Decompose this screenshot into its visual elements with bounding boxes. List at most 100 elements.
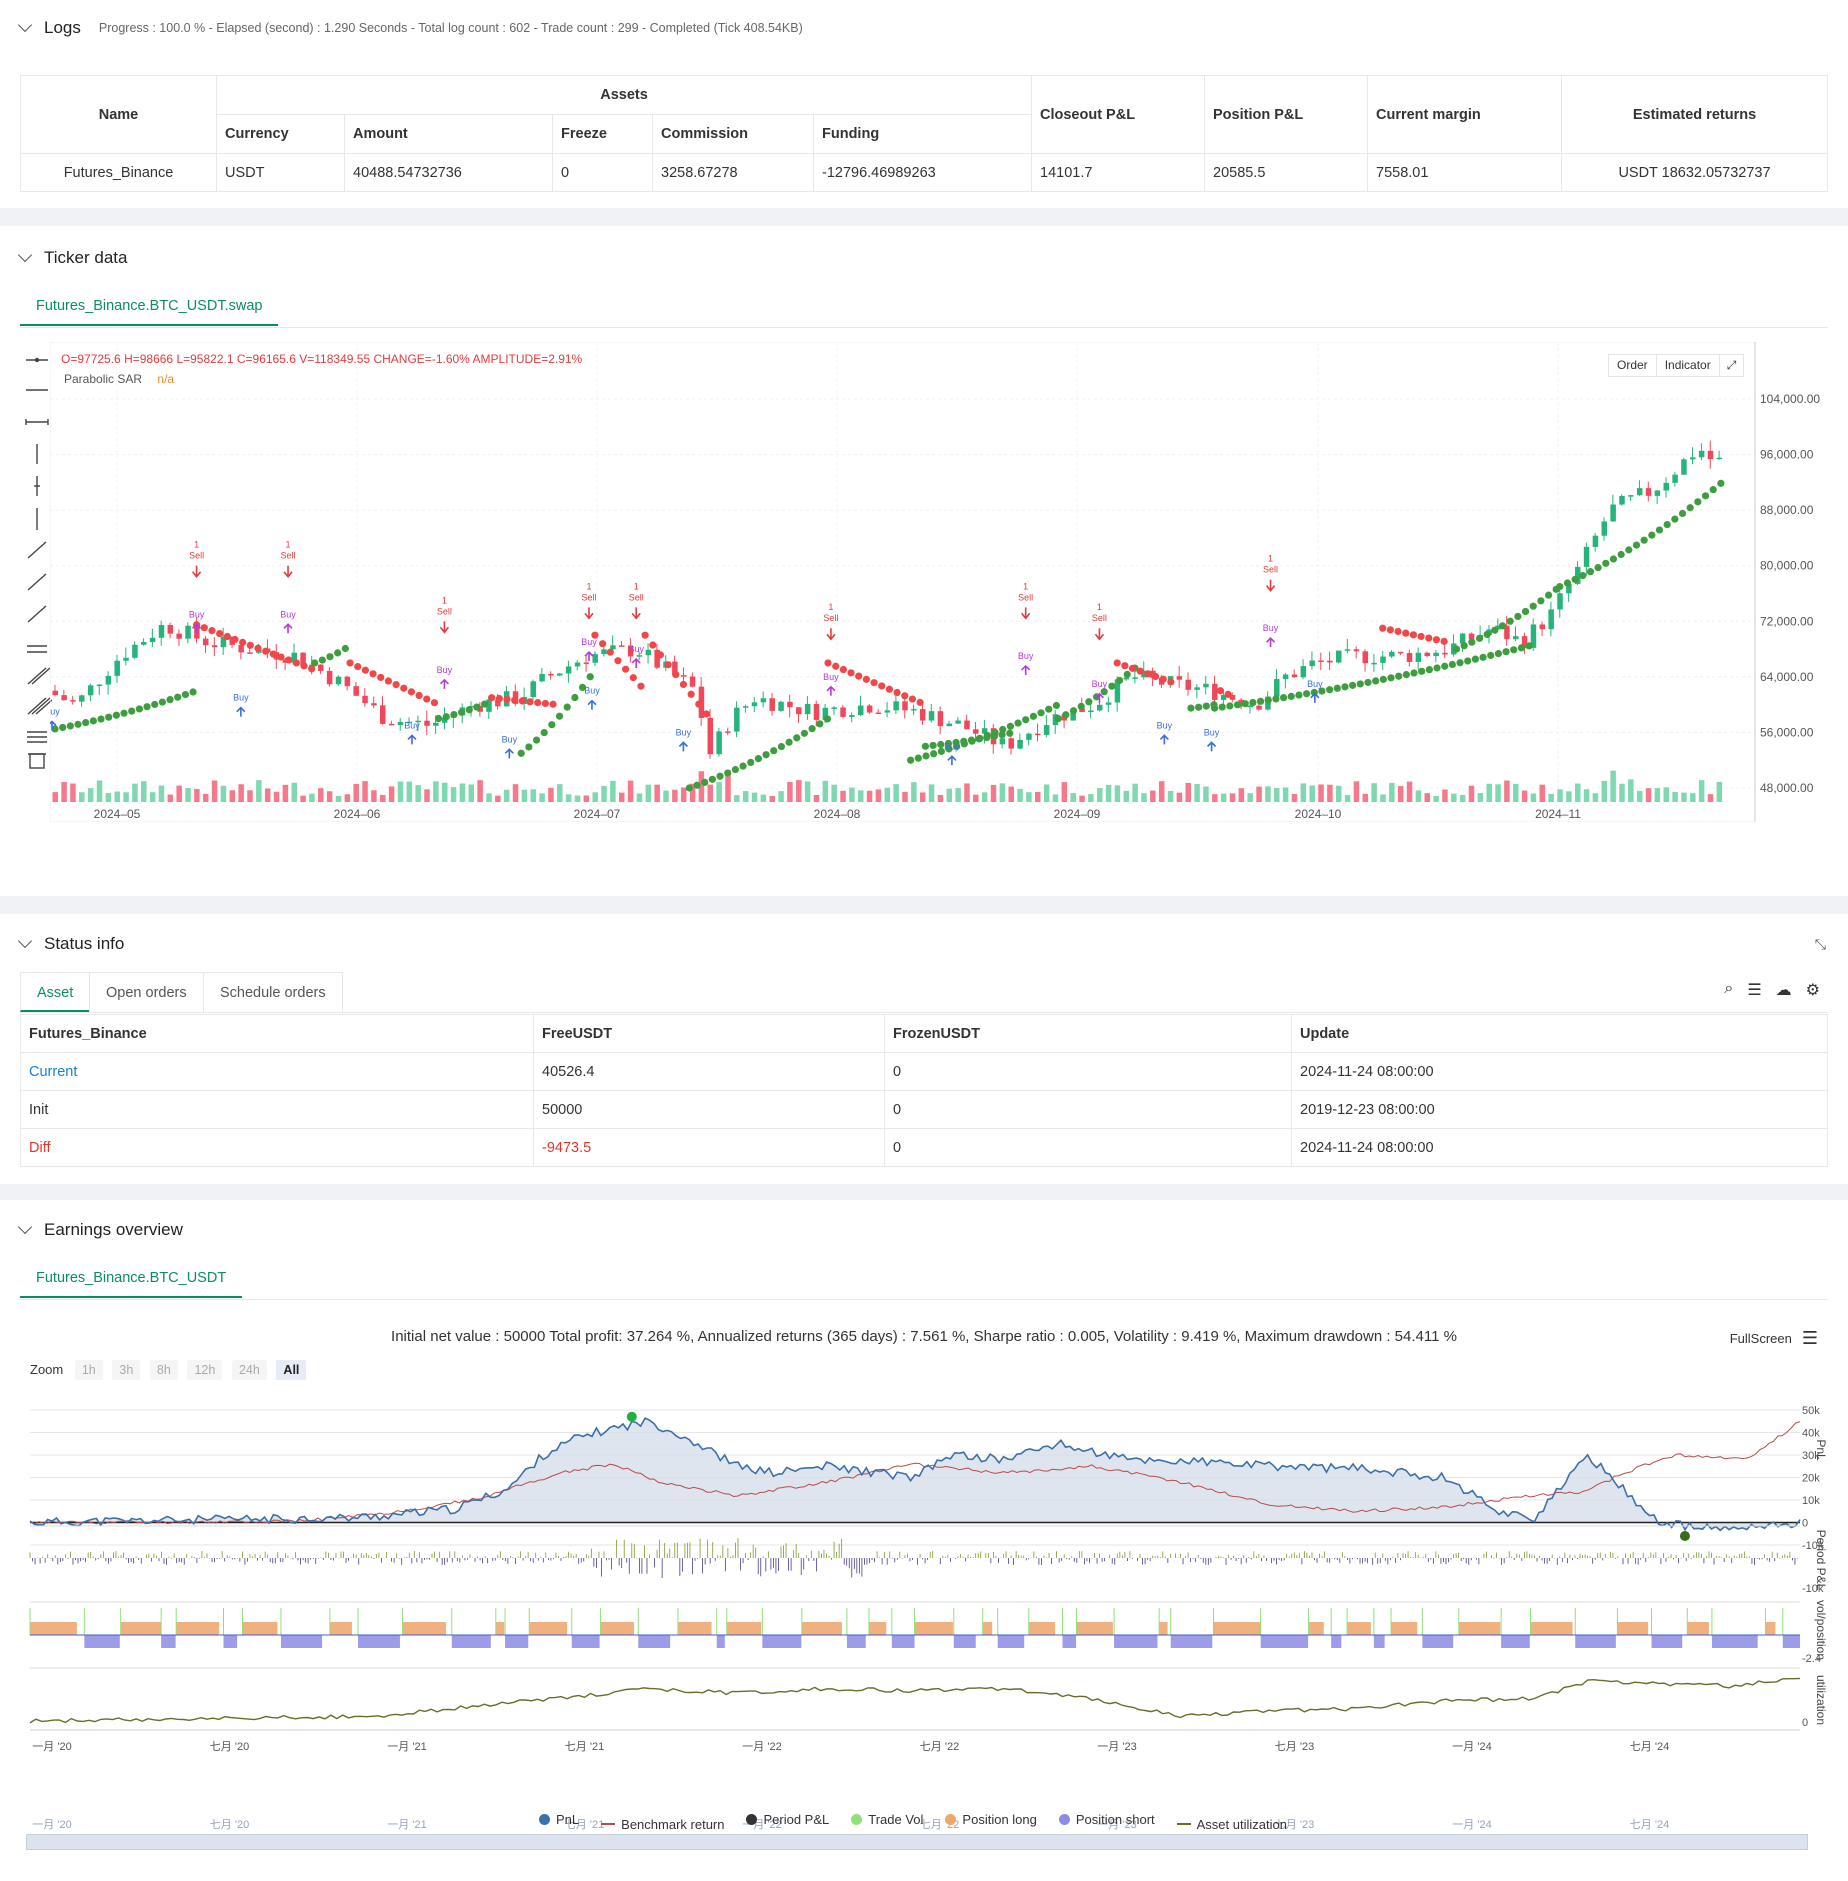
chevron-down-icon[interactable] [17, 1219, 33, 1235]
candle-body [1327, 660, 1333, 663]
sar-dot [151, 700, 159, 709]
candlestick-chart[interactable]: 104,000.00 96,000.00 88,000.00 80,000.00 72,… [50, 342, 1840, 822]
x-tick-label: 七月 '23 [1275, 1740, 1314, 1753]
pnl-tick-label: 0 [1802, 1518, 1808, 1530]
volume-bar [1176, 792, 1183, 802]
cloud-icon[interactable]: ☁ [1776, 980, 1792, 1000]
legend-item[interactable]: Position short [1058, 1812, 1155, 1827]
search-icon[interactable]: ⌕ [1724, 980, 1733, 1000]
chevron-down-icon[interactable] [17, 933, 33, 949]
earnings-chart[interactable]: 50k40k30k20k10k0-10k-10k-2.40PnLPeriod P… [0, 1390, 1848, 1835]
sar-dot [1617, 550, 1625, 559]
candle-body [1513, 636, 1519, 640]
indicator-button[interactable]: Indicator [1657, 355, 1720, 376]
volume-bar [220, 785, 227, 802]
tab-open-orders[interactable]: Open orders [89, 972, 204, 1012]
row-label-init: Init [20, 1090, 534, 1129]
sar-dot [105, 713, 113, 721]
list-icon[interactable]: ☰ [1747, 980, 1761, 1000]
sar-dot [1409, 631, 1418, 639]
zoom-24h[interactable]: 24h [231, 1360, 267, 1380]
tab-asset[interactable]: Asset [20, 972, 91, 1012]
chevron-down-icon[interactable] [17, 17, 33, 33]
tab-ticker-symbol[interactable]: Futures_Binance.BTC_USDT.swap [20, 286, 279, 326]
status-header[interactable]: Status info [17, 933, 124, 954]
volume-bar [1212, 794, 1218, 802]
candle-body [813, 703, 820, 720]
legend-item[interactable]: Position long [945, 1812, 1037, 1827]
legend-item[interactable]: Trade Vol [851, 1812, 923, 1827]
sar-dot [916, 698, 924, 706]
zoom-1h[interactable]: 1h [74, 1360, 103, 1380]
volume-bar [1362, 793, 1369, 802]
candle-body [1681, 459, 1687, 475]
expand-icon[interactable]: ⤢ [1720, 355, 1744, 376]
sar-dot [1272, 695, 1280, 703]
volume-bar [1468, 785, 1475, 802]
buy-arrow [1266, 637, 1276, 648]
volume-bar [247, 790, 253, 802]
candle-body [1672, 474, 1678, 483]
sell-qty: 1 [1023, 581, 1028, 591]
volume-bar [742, 791, 749, 802]
sar-dot [693, 781, 701, 789]
zoom-12h[interactable]: 12h [187, 1360, 223, 1380]
legend-item[interactable]: Period P&L [746, 1812, 829, 1827]
legend-item[interactable]: Benchmark return [601, 1817, 724, 1832]
order-button[interactable]: Order [1609, 355, 1657, 376]
sar-dot [1483, 630, 1491, 639]
sar-dot [223, 632, 231, 641]
candle-body [1362, 651, 1369, 664]
candle-body [689, 676, 696, 687]
legend-item[interactable]: PnL [539, 1812, 579, 1827]
fullscreen-button[interactable]: FullScreen [1730, 1331, 1792, 1346]
tab-schedule-orders[interactable]: Schedule orders [203, 972, 343, 1012]
sell-label: Sell [437, 606, 452, 616]
gear-icon[interactable]: ⚙ [1806, 980, 1820, 1000]
sar-dot [549, 700, 557, 708]
sar-dot [1233, 701, 1242, 709]
tab-earnings-symbol[interactable]: Futures_Binance.BTC_USDT [20, 1258, 243, 1298]
navigator-scrollbar[interactable] [26, 1834, 1808, 1850]
earnings-header[interactable]: Earnings overview [17, 1219, 183, 1240]
drawing-toolbar[interactable] [22, 350, 52, 770]
candle-body [1185, 679, 1192, 690]
th-margin: Current margin [1367, 75, 1562, 154]
ohlc-low: L=95822.1 [176, 352, 234, 366]
zoom-3h[interactable]: 3h [112, 1360, 141, 1380]
logs-header[interactable]: Logs Progress : 100.0 % - Elapsed (secon… [17, 17, 803, 38]
zoom-all[interactable]: All [276, 1360, 307, 1380]
candle-body [787, 701, 793, 708]
position-long-bar [600, 1622, 635, 1635]
candle-body [132, 644, 138, 658]
position-long-bar [1687, 1622, 1709, 1635]
menu-icon[interactable]: ☰ [1802, 1328, 1818, 1349]
sar-dot [762, 751, 770, 759]
position-long-bar [726, 1622, 762, 1635]
zoom-8h[interactable]: 8h [149, 1360, 178, 1380]
sar-dot [1433, 664, 1441, 672]
fullscreen-control[interactable]: FullScreen ☰ [1730, 1328, 1818, 1349]
legend-item[interactable]: Asset utilization [1176, 1817, 1287, 1832]
candle-body [840, 707, 846, 717]
volume-bar [1592, 793, 1599, 802]
ticker-header[interactable]: Ticker data [17, 247, 127, 268]
buy-arrow [1021, 664, 1031, 675]
chevron-down-icon[interactable] [17, 247, 33, 263]
volume-bar [1645, 788, 1652, 802]
collapse-icon[interactable]: ⤡ [1815, 936, 1826, 953]
candle-body [1663, 482, 1669, 491]
buy-label: Buy [628, 644, 644, 654]
candle-body [1026, 733, 1032, 740]
th-currency: Currency [216, 114, 345, 154]
volume-bar [804, 781, 811, 802]
y-tick-label: 80,000.00 [1760, 559, 1814, 573]
volume-bars [52, 770, 1723, 802]
volume-bar [919, 792, 926, 802]
row-label-current[interactable]: Current [20, 1052, 534, 1091]
sell-arrow [1265, 579, 1276, 592]
sar-dot [400, 684, 408, 692]
sar-dot [442, 713, 450, 721]
candle-body [1433, 652, 1439, 657]
candle-body [716, 731, 722, 755]
